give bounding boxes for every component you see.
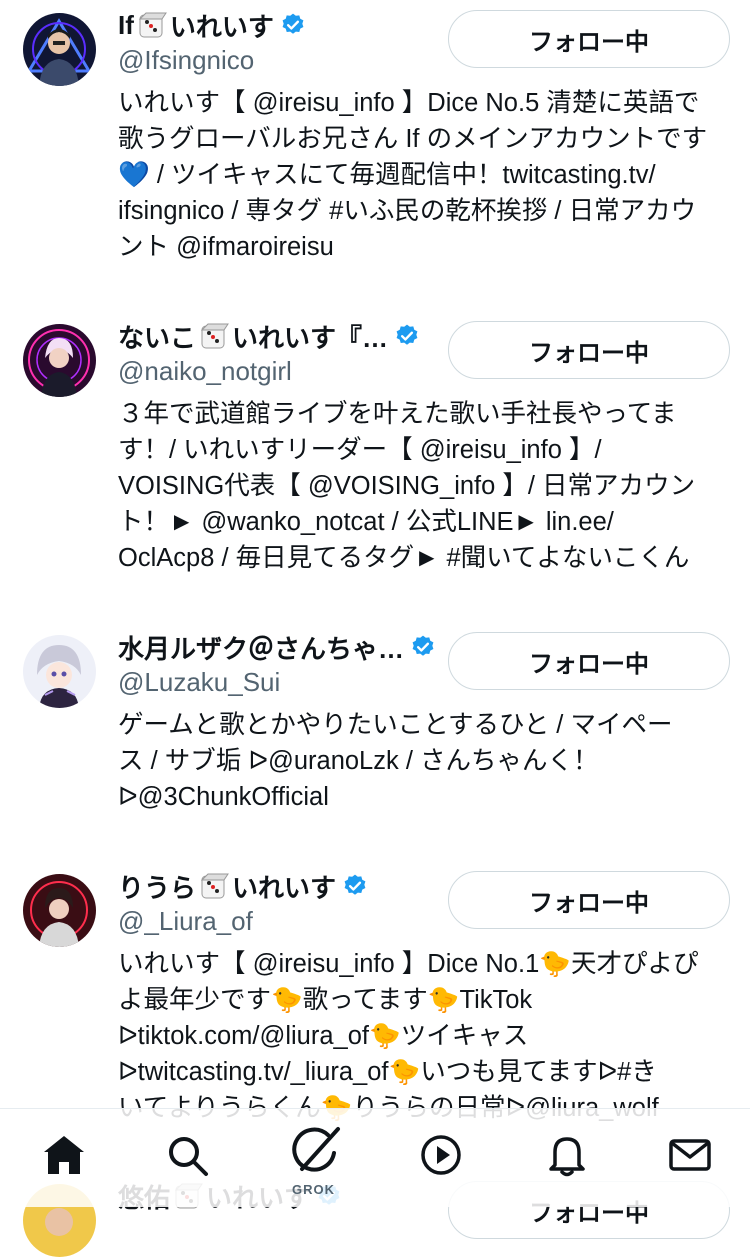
verified-badge-icon — [394, 323, 420, 349]
play-icon — [421, 1135, 461, 1175]
user-handle: @Luzaku_Sui — [118, 667, 281, 697]
verified-badge-icon — [280, 12, 306, 38]
verified-badge-icon — [410, 634, 436, 660]
dice-emoji-icon — [136, 9, 168, 41]
user-cell[interactable]: If いれいす @Ifsingnico フォロー中 いれいす【 @ireisu_… — [0, 5, 750, 295]
home-icon — [44, 1136, 84, 1174]
verified-badge-icon — [342, 873, 368, 899]
grok-icon — [292, 1127, 340, 1172]
messages-tab[interactable] — [666, 1131, 714, 1179]
display-name-text: ないこ — [118, 322, 197, 353]
user-cell[interactable]: 水月ルザク＠さんちゃ… @Luzaku_Sui フォロー中 ゲームと歌とかやりた… — [0, 627, 750, 842]
search-icon — [169, 1137, 208, 1176]
dice-emoji-icon — [198, 320, 230, 352]
avatar[interactable] — [23, 13, 96, 86]
display-name-text: りうら — [118, 872, 197, 903]
display-name-suffix: いれいす — [232, 872, 337, 903]
following-button[interactable]: フォロー中 — [448, 10, 730, 68]
display-name: りうら いれいす — [118, 866, 448, 906]
avatar[interactable] — [23, 635, 96, 708]
display-name-suffix: いれいす『… — [232, 322, 389, 353]
mail-icon — [669, 1139, 711, 1171]
avatar[interactable] — [23, 324, 96, 397]
user-handle: @Ifsingnico — [118, 45, 255, 75]
display-name: If いれいす — [118, 5, 448, 45]
user-handle: @naiko_notgirl — [118, 356, 292, 386]
user-cell[interactable]: ないこ いれいす『… @naiko_notgirl フォロー中 ３年で武道館ライ… — [0, 316, 750, 606]
user-bio: ゲームと歌とかやりたいことするひと / マイペー ス / サブ垢 ᐅ@urano… — [118, 711, 673, 811]
notifications-tab[interactable] — [543, 1131, 591, 1179]
search-tab[interactable] — [163, 1131, 211, 1179]
user-handle: @_Liura_of — [118, 906, 253, 936]
avatar[interactable] — [23, 874, 96, 947]
user-bio: ３年で武道館ライブを叶えた歌い手社長やってま す！/ いれいすリーダー【 @ir… — [118, 400, 696, 572]
bottom-tab-bar: GROK — [0, 1108, 750, 1207]
display-name: ないこ いれいす『… — [118, 316, 448, 356]
grok-tab[interactable] — [288, 1123, 344, 1179]
dice-emoji-icon — [198, 870, 230, 902]
user-bio: いれいす【 @ireisu_info 】Dice No.1🐤天才ぴよぴ よ最年少… — [118, 950, 699, 1122]
display-name-text: 水月ルザク＠さんちゃ… — [118, 633, 405, 664]
following-button[interactable]: フォロー中 — [448, 632, 730, 690]
grok-label: GROK — [292, 1182, 335, 1197]
bell-icon — [549, 1137, 585, 1177]
display-name-text: If — [118, 9, 134, 40]
home-tab[interactable] — [40, 1131, 88, 1179]
following-button[interactable]: フォロー中 — [448, 321, 730, 379]
user-bio: いれいす【 @ireisu_info 】Dice No.5 清楚に英語で 歌うグ… — [118, 89, 708, 261]
display-name: 水月ルザク＠さんちゃ… — [118, 627, 448, 667]
display-name-suffix: いれいす — [169, 11, 274, 42]
video-tab[interactable] — [417, 1131, 465, 1179]
following-button[interactable]: フォロー中 — [448, 871, 730, 929]
